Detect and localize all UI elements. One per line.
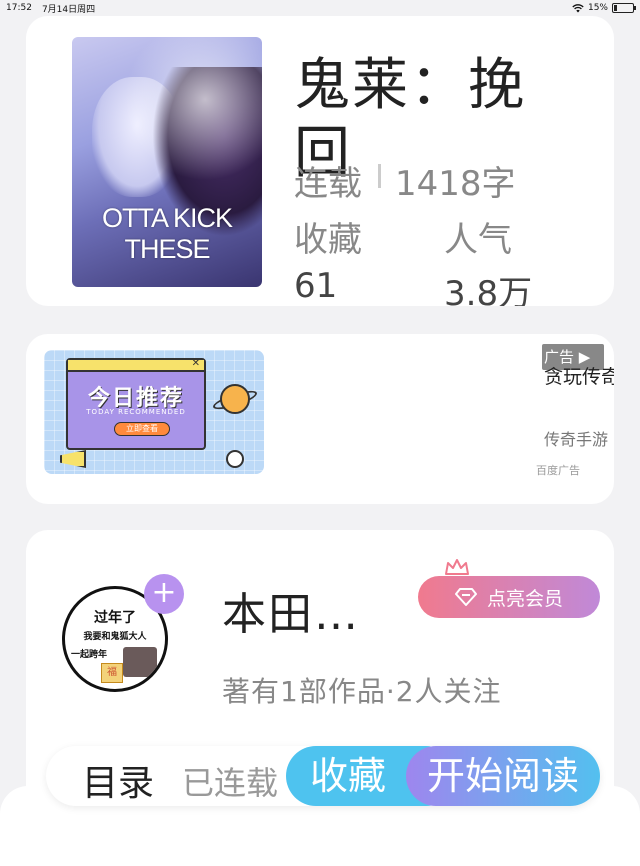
book-cover[interactable]: OTTA KICK THESE — [72, 37, 262, 287]
favorites-value: 61 — [294, 266, 338, 306]
ad-title[interactable]: 贪玩传奇 — [544, 362, 614, 389]
toc-button[interactable]: 目录 — [82, 754, 154, 806]
status-right: 15% — [572, 3, 636, 13]
word-count: 1418字 — [395, 164, 516, 204]
book-info-card: OTTA KICK THESE 鬼莱：挽回 连载 1418字 收藏 人气 61 … — [26, 16, 614, 306]
book-stats: 连载 1418字 收藏 人气 61 3.8万 — [294, 156, 594, 306]
cover-text: OTTA KICK THESE — [101, 203, 233, 264]
action-bar: 目录 已连载 收藏 开始阅读 — [46, 746, 600, 806]
ad-footer: 百度广告 — [536, 464, 580, 477]
book-status: 连载 — [294, 164, 362, 204]
ad-window-graphic: ✕ 今日推荐 TODAY RECOMMENDED 立即查看 — [66, 358, 206, 450]
follow-button[interactable]: + — [144, 574, 184, 614]
battery-level — [614, 5, 617, 11]
popularity-value: 3.8万 — [444, 274, 533, 306]
avatar-stamp: 福 — [101, 663, 123, 683]
vip-button[interactable]: 点亮会员 — [418, 576, 600, 618]
planet-icon — [220, 384, 250, 414]
ad-window-bar — [68, 360, 204, 372]
popularity-label: 人气 — [444, 220, 512, 260]
stat-row-values: 61 3.8万 — [294, 266, 594, 306]
ad-image-subtitle: TODAY RECOMMENDED — [86, 408, 186, 416]
wifi-icon — [572, 3, 584, 12]
vip-button-label: 点亮会员 — [486, 587, 563, 610]
ad-image-button: 立即查看 — [114, 422, 170, 436]
author-meta: 著有1部作品·2人关注 — [222, 675, 502, 708]
avatar-photo — [123, 647, 157, 677]
author-name[interactable]: 本田… — [222, 578, 360, 642]
avatar-text-2: 我要和鬼狐大人 — [83, 632, 147, 642]
ad-source: 传奇手游 — [544, 430, 609, 449]
megaphone-icon — [60, 450, 86, 468]
battery-icon — [612, 3, 636, 13]
ad-image[interactable]: ✕ 今日推荐 TODAY RECOMMENDED 立即查看 — [44, 350, 264, 474]
battery-percent: 15% — [587, 3, 608, 13]
avatar-text-3: 一起跨年 — [71, 650, 108, 660]
stat-row-labels: 收藏 人气 — [294, 212, 594, 261]
ad-card[interactable]: ✕ 今日推荐 TODAY RECOMMENDED 立即查看 广告 ▶ 贪玩传奇 … — [26, 334, 614, 504]
status-bar: 17:52 7月14日周四 15% — [0, 0, 640, 16]
avatar-text-1: 过年了 — [94, 610, 136, 626]
magnifier-icon — [226, 450, 244, 468]
serial-status: 已连载 — [182, 764, 279, 802]
stat-divider — [378, 164, 381, 188]
close-icon: ✕ — [191, 358, 200, 369]
crown-icon — [445, 559, 469, 575]
diamond-icon — [454, 588, 477, 606]
stat-row-status: 连载 1418字 — [294, 156, 594, 205]
favorites-label: 收藏 — [294, 220, 362, 260]
status-time: 17:52 — [6, 3, 32, 13]
start-reading-button[interactable]: 开始阅读 — [406, 746, 600, 806]
status-date: 7月14日周四 — [41, 4, 96, 15]
